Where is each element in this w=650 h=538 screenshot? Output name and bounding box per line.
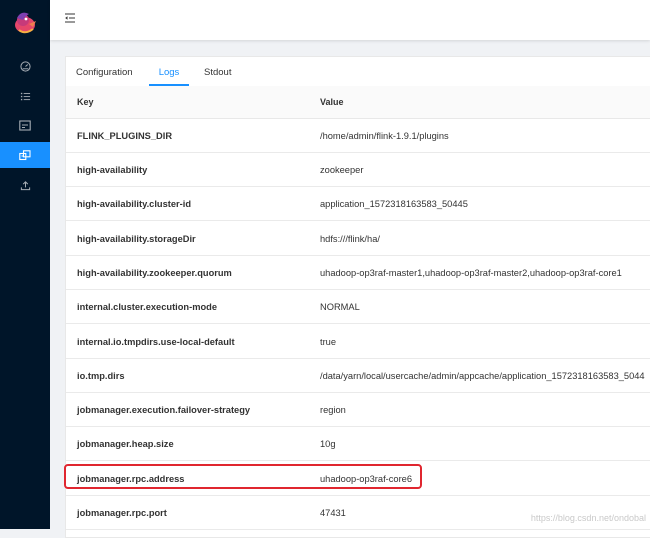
row-value: /home/admin/flink-1.9.1/plugins: [320, 131, 449, 141]
list-icon: [20, 92, 30, 100]
row-value: 47431: [320, 508, 346, 518]
table-row: io.tmp.dirs /data/yarn/local/usercache/a…: [66, 359, 650, 393]
sidebar: [0, 0, 50, 529]
row-key: high-availability.storageDir: [77, 234, 196, 244]
nav-job-manager[interactable]: [0, 142, 50, 168]
watermark: https://blog.csdn.net/ondobal: [530, 513, 646, 523]
row-key: high-availability.zookeeper.quorum: [77, 268, 232, 278]
cluster-icon: [19, 149, 31, 160]
upload-icon: [20, 180, 30, 190]
row-key: jobmanager.execution.failover-strategy: [77, 405, 251, 415]
row-value: uhadoop-op3raf-master1,uhadoop-op3raf-ma…: [320, 268, 622, 278]
row-key: io.tmp.dirs: [77, 371, 125, 381]
table-row: high-availability.storageDir hdfs:///fli…: [66, 222, 650, 256]
row-key: high-availability: [77, 165, 148, 175]
table-row: high-availability zookeeper: [66, 153, 650, 187]
table-row: high-availability.zookeeper.quorum uhado…: [66, 256, 650, 290]
flink-logo-icon[interactable]: [11, 8, 39, 36]
tab-stdout[interactable]: Stdout: [204, 57, 231, 86]
row-value: /data/yarn/local/usercache/admin/appcach…: [320, 371, 645, 381]
row-value: zookeeper: [320, 165, 364, 175]
table-row: jobmanager.heap.size 10g: [66, 427, 650, 461]
row-key: jobmanager.heap.size: [77, 439, 174, 449]
table-row: internal.cluster.execution-mode NORMAL: [66, 290, 650, 324]
table-row: internal.io.tmpdirs.use-local-default tr…: [66, 325, 650, 359]
table-row: jobmanager.execution.failover-strategy r…: [66, 393, 650, 427]
tab-configuration[interactable]: Configuration: [76, 57, 133, 86]
dashboard-icon: [19, 60, 31, 72]
top-header: [50, 0, 650, 40]
tab-logs[interactable]: Logs: [149, 57, 189, 86]
row-key: internal.cluster.execution-mode: [77, 302, 218, 312]
row-key: jobmanager.rpc.port: [77, 508, 167, 518]
row-key: FLINK_PLUGINS_DIR: [77, 131, 173, 141]
column-header-value: Value: [320, 97, 344, 107]
row-value: true: [320, 337, 337, 347]
tab-bar: Configuration Logs Stdout: [66, 57, 650, 87]
row-value: region: [320, 405, 346, 415]
row-key: internal.io.tmpdirs.use-local-default: [77, 337, 235, 347]
window-icon: [19, 119, 31, 131]
nav-dashboard[interactable]: [0, 53, 50, 79]
table-row: high-availability.cluster-id application…: [66, 187, 650, 221]
table-header: Key Value: [66, 86, 650, 119]
table-row: FLINK_PLUGINS_DIR /home/admin/flink-1.9.…: [66, 119, 650, 153]
menu-fold-icon[interactable]: [64, 12, 78, 26]
row-value: NORMAL: [320, 302, 360, 312]
nav-jobs[interactable]: [0, 83, 50, 109]
row-key: high-availability.cluster-id: [77, 199, 191, 209]
row-value: 10g: [320, 439, 336, 449]
highlight-box: [64, 464, 422, 489]
row-value: application_1572318163583_50445: [320, 199, 468, 209]
column-header-key: Key: [77, 97, 94, 107]
row-value: hdfs:///flink/ha/: [320, 234, 380, 244]
nav-submit-job[interactable]: [0, 172, 50, 198]
nav-task-managers[interactable]: [0, 112, 50, 138]
